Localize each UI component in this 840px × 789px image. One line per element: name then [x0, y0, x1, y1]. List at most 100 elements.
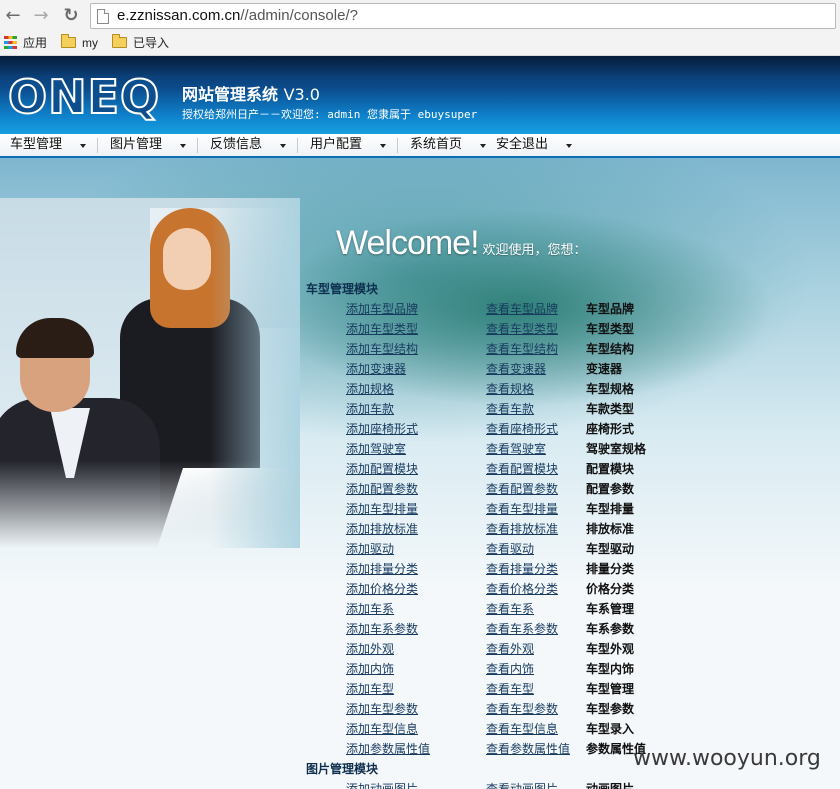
- view-link[interactable]: 查看车型参数: [486, 700, 558, 717]
- view-link[interactable]: 查看外观: [486, 640, 534, 657]
- reload-icon[interactable]: ↻: [60, 5, 82, 27]
- view-link[interactable]: 查看驾驶室: [486, 440, 546, 457]
- view-link[interactable]: 查看车系: [486, 600, 534, 617]
- view-link[interactable]: 查看车型: [486, 680, 534, 697]
- bookmark-apps[interactable]: 应用: [4, 35, 47, 53]
- add-link[interactable]: 添加座椅形式: [346, 420, 418, 437]
- view-link[interactable]: 查看配置参数: [486, 480, 558, 497]
- view-link[interactable]: 查看价格分类: [486, 580, 558, 597]
- category-label: 车型内饰: [586, 662, 635, 676]
- folder-icon: [112, 34, 127, 48]
- module-row: 添加车型结构 查看车型结构 车型结构: [0, 340, 840, 360]
- module-row: 添加排量分类 查看排量分类 排量分类: [0, 560, 840, 580]
- version-label: V3.0: [283, 85, 320, 104]
- url-host: e.zznissan.com.cn: [117, 7, 241, 24]
- view-link[interactable]: 查看车款: [486, 400, 534, 417]
- view-link[interactable]: 查看参数属性值: [486, 740, 570, 757]
- view-link[interactable]: 查看内饰: [486, 660, 534, 677]
- add-link[interactable]: 添加变速器: [346, 360, 406, 377]
- menu-home[interactable]: 系统首页: [400, 134, 486, 156]
- menu-logout[interactable]: 安全退出: [486, 134, 582, 156]
- add-link[interactable]: 添加外观: [346, 640, 394, 657]
- add-link[interactable]: 添加价格分类: [346, 580, 418, 597]
- module-row: 添加车型信息 查看车型信息 车型录入: [0, 720, 840, 740]
- view-link[interactable]: 查看排量分类: [486, 560, 558, 577]
- menu-divider: [397, 138, 398, 153]
- admin-header: ONEQ 网站管理系统 V3.0 授权给郑州日产－－欢迎您: admin 您隶属…: [0, 56, 840, 134]
- add-link[interactable]: 添加动画图片: [346, 780, 418, 789]
- module-row: 添加车型品牌 查看车型品牌 车型品牌: [0, 300, 840, 320]
- add-link[interactable]: 添加车系参数: [346, 620, 418, 637]
- menu-feedback[interactable]: 反馈信息: [200, 134, 296, 156]
- category-label: 车系管理: [586, 602, 635, 616]
- add-link[interactable]: 添加排量分类: [346, 560, 418, 577]
- address-bar[interactable]: e.zznissan.com.cn//admin/console/?: [90, 3, 836, 29]
- category-label: 排放标准: [586, 522, 635, 536]
- add-link[interactable]: 添加车型结构: [346, 340, 418, 357]
- view-link[interactable]: 查看车型信息: [486, 720, 558, 737]
- menu-divider: [197, 138, 198, 153]
- category-label: 变速器: [586, 362, 623, 376]
- system-title: 网站管理系统 V3.0: [182, 81, 320, 105]
- system-name: 网站管理系统: [182, 85, 279, 104]
- menu-user-config[interactable]: 用户配置: [300, 134, 396, 156]
- dropdown-arrow-icon: [180, 144, 186, 148]
- menu-images[interactable]: 图片管理: [100, 134, 196, 156]
- view-link[interactable]: 查看车系参数: [486, 620, 558, 637]
- back-arrow-icon[interactable]: ←: [2, 5, 24, 27]
- section-title: 图片管理模块: [306, 762, 379, 776]
- add-link[interactable]: 添加车型: [346, 680, 394, 697]
- add-link[interactable]: 添加配置模块: [346, 460, 418, 477]
- main-menu-bar: 车型管理 图片管理 反馈信息 用户配置 系统首页 安全退出: [0, 134, 840, 158]
- view-link[interactable]: 查看变速器: [486, 360, 546, 377]
- menu-label: 反馈信息: [210, 137, 263, 152]
- add-link[interactable]: 添加排放标准: [346, 520, 418, 537]
- url-text[interactable]: e.zznissan.com.cn//admin/console/?: [117, 7, 358, 24]
- view-link[interactable]: 查看座椅形式: [486, 420, 558, 437]
- view-link[interactable]: 查看车型排量: [486, 500, 558, 517]
- add-link[interactable]: 添加车型品牌: [346, 300, 418, 317]
- view-link[interactable]: 查看规格: [486, 380, 534, 397]
- add-link[interactable]: 添加车型信息: [346, 720, 418, 737]
- url-path: //admin/console/?: [240, 7, 358, 24]
- module-row: 添加车型排量 查看车型排量 车型排量: [0, 500, 840, 520]
- bookmark-imported[interactable]: 已导入: [112, 34, 169, 53]
- module-row: 添加座椅形式 查看座椅形式 座椅形式: [0, 420, 840, 440]
- view-link[interactable]: 查看驱动: [486, 540, 534, 557]
- category-label: 车型排量: [586, 502, 635, 516]
- menu-car-models[interactable]: 车型管理: [0, 134, 96, 156]
- module-row: 添加车款 查看车款 车款类型: [0, 400, 840, 420]
- view-link[interactable]: 查看车型品牌: [486, 300, 558, 317]
- add-link[interactable]: 添加车型参数: [346, 700, 418, 717]
- dropdown-arrow-icon: [566, 144, 572, 148]
- bookmark-my[interactable]: my: [61, 34, 98, 53]
- license-subtitle: 授权给郑州日产－－欢迎您: admin 您隶属于 ebuysuper: [182, 108, 478, 121]
- add-link[interactable]: 添加配置参数: [346, 480, 418, 497]
- add-link[interactable]: 添加驱动: [346, 540, 394, 557]
- forward-arrow-icon[interactable]: →: [30, 5, 52, 27]
- add-link[interactable]: 添加内饰: [346, 660, 394, 677]
- add-link[interactable]: 添加车款: [346, 400, 394, 417]
- add-link[interactable]: 添加车型排量: [346, 500, 418, 517]
- add-link[interactable]: 添加规格: [346, 380, 394, 397]
- category-label: 配置模块: [586, 462, 635, 476]
- module-row: 添加排放标准 查看排放标准 排放标准: [0, 520, 840, 540]
- module-row: 添加车型类型 查看车型类型 车型类型: [0, 320, 840, 340]
- add-link[interactable]: 添加车系: [346, 600, 394, 617]
- welcome-subtitle: 欢迎使用，您想：: [482, 243, 587, 258]
- apps-grid-icon: [4, 36, 17, 49]
- category-label: 车系参数: [586, 622, 635, 636]
- logo: ONEQ: [7, 70, 161, 124]
- view-link[interactable]: 查看配置模块: [486, 460, 558, 477]
- view-link[interactable]: 查看车型类型: [486, 320, 558, 337]
- view-link[interactable]: 查看动画图片: [486, 780, 558, 789]
- add-link[interactable]: 添加车型类型: [346, 320, 418, 337]
- category-label: 车型类型: [586, 322, 635, 336]
- menu-divider: [297, 138, 298, 153]
- view-link[interactable]: 查看排放标准: [486, 520, 558, 537]
- category-label: 车型外观: [586, 642, 635, 656]
- module-row: 添加变速器 查看变速器 变速器: [0, 360, 840, 380]
- add-link[interactable]: 添加驾驶室: [346, 440, 406, 457]
- add-link[interactable]: 添加参数属性值: [346, 740, 430, 757]
- view-link[interactable]: 查看车型结构: [486, 340, 558, 357]
